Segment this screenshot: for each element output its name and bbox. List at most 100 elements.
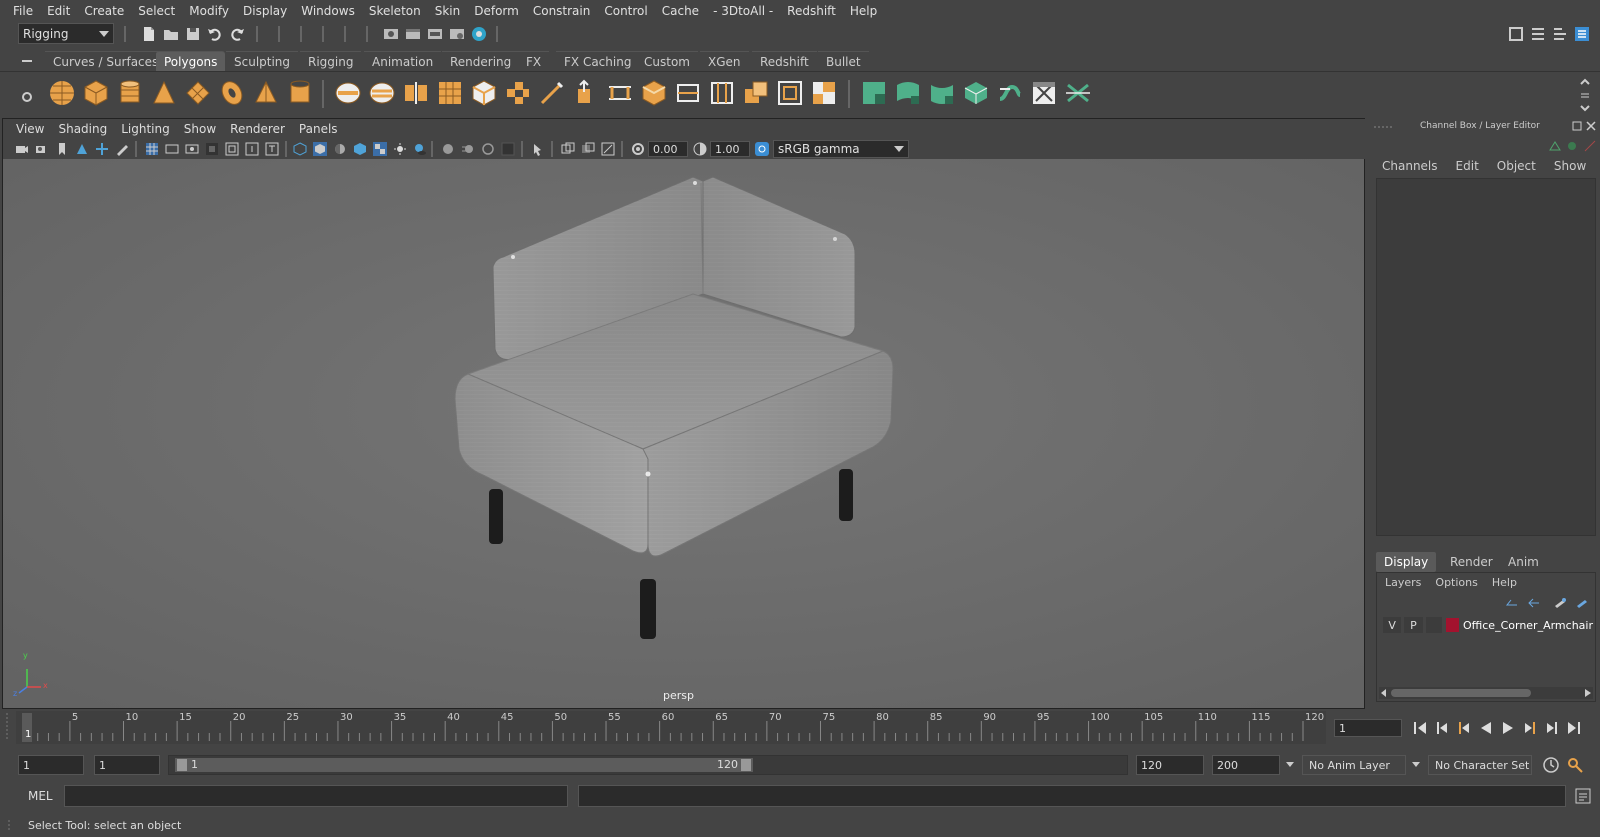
depth-of-field-icon[interactable] bbox=[501, 142, 515, 156]
close-icon[interactable] bbox=[1586, 121, 1596, 131]
poly-pyramid-icon[interactable] bbox=[252, 79, 280, 107]
shelf-tab-rigging[interactable]: Rigging bbox=[300, 51, 362, 71]
render-view-icon[interactable] bbox=[382, 25, 400, 43]
range-slider-track[interactable]: 1 120 bbox=[168, 755, 1128, 775]
menu-windows[interactable]: Windows bbox=[294, 4, 362, 18]
playback-end-field[interactable]: 120 bbox=[1136, 755, 1204, 775]
current-frame-field[interactable]: 1 bbox=[1334, 719, 1402, 737]
range-end-handle[interactable] bbox=[741, 759, 751, 771]
cylindrical-uv-icon[interactable] bbox=[894, 79, 922, 107]
combine-icon[interactable] bbox=[334, 79, 362, 107]
shelf-tab-xgen[interactable]: XGen bbox=[700, 51, 749, 71]
layers-menu[interactable]: Layers bbox=[1385, 576, 1421, 589]
wireframe-on-shaded-icon[interactable] bbox=[353, 142, 367, 156]
cut-uv-icon[interactable] bbox=[1064, 79, 1092, 107]
gamma-icon[interactable] bbox=[693, 142, 707, 156]
options-menu[interactable]: Options bbox=[1435, 576, 1477, 589]
script-editor-icon[interactable] bbox=[1574, 787, 1592, 805]
safe-title-icon[interactable] bbox=[265, 142, 279, 156]
menu-edit[interactable]: Edit bbox=[40, 4, 77, 18]
multi-cut-icon[interactable] bbox=[538, 79, 566, 107]
reduce-icon[interactable] bbox=[470, 79, 498, 107]
vp-menu-view[interactable]: View bbox=[9, 122, 51, 136]
use-all-lights-icon[interactable] bbox=[393, 142, 407, 156]
menu-file[interactable]: File bbox=[6, 4, 40, 18]
append-polygon-icon[interactable] bbox=[674, 79, 702, 107]
layer-color-swatch[interactable] bbox=[1446, 618, 1459, 632]
redo-icon[interactable] bbox=[228, 25, 246, 43]
grid-icon[interactable] bbox=[145, 142, 159, 156]
animation-preferences-icon[interactable] bbox=[1566, 756, 1584, 774]
shelf-tab-fx-caching[interactable]: FX Caching bbox=[556, 51, 640, 71]
step-forward-frame-icon[interactable] bbox=[1544, 720, 1560, 736]
step-forward-key-icon[interactable] bbox=[1522, 720, 1538, 736]
object-menu[interactable]: Object bbox=[1497, 159, 1536, 173]
shelf-tab-fx[interactable]: FX bbox=[518, 51, 550, 71]
menu-constrain[interactable]: Constrain bbox=[526, 4, 598, 18]
extrude-icon[interactable] bbox=[572, 79, 600, 107]
step-back-key-icon[interactable] bbox=[1456, 720, 1472, 736]
auto-uv-icon[interactable] bbox=[962, 79, 990, 107]
go-to-start-icon[interactable] bbox=[1412, 720, 1428, 736]
camera-attributes-icon[interactable] bbox=[35, 142, 49, 156]
move-layer-up-icon[interactable] bbox=[1505, 597, 1519, 609]
layer-visibility-toggle[interactable]: V bbox=[1383, 617, 1402, 633]
save-scene-icon[interactable] bbox=[184, 25, 202, 43]
menu-skeleton[interactable]: Skeleton bbox=[362, 4, 428, 18]
float-panel-icon[interactable] bbox=[1572, 121, 1582, 131]
exposure-icon[interactable] bbox=[631, 142, 645, 156]
bevel-icon[interactable] bbox=[640, 79, 668, 107]
boolean-icon[interactable] bbox=[810, 79, 838, 107]
tool-settings-icon[interactable] bbox=[1551, 25, 1569, 43]
show-menu[interactable]: Show bbox=[1554, 159, 1586, 173]
layer-horizontal-scrollbar[interactable] bbox=[1379, 687, 1593, 699]
mirror-icon[interactable] bbox=[402, 79, 430, 107]
two-d-pan-icon[interactable] bbox=[95, 142, 109, 156]
shadows-icon[interactable] bbox=[413, 142, 427, 156]
channels-menu[interactable]: Channels bbox=[1382, 159, 1438, 173]
drag-handle-icon[interactable] bbox=[6, 820, 12, 832]
menu-skin[interactable]: Skin bbox=[428, 4, 468, 18]
bridge-icon[interactable] bbox=[606, 79, 634, 107]
channel-box-icon[interactable] bbox=[1573, 25, 1591, 43]
layer-tab-anim[interactable]: Anim bbox=[1508, 555, 1539, 569]
auto-keyframe-icon[interactable] bbox=[1542, 756, 1560, 774]
field-chart-icon[interactable] bbox=[225, 142, 239, 156]
new-layer-selected-icon[interactable] bbox=[1575, 597, 1589, 609]
open-scene-icon[interactable] bbox=[162, 25, 180, 43]
xray-joints-icon[interactable] bbox=[601, 142, 615, 156]
poly-pipe-icon[interactable] bbox=[286, 79, 314, 107]
shelf-menu-icon[interactable] bbox=[20, 55, 34, 67]
layer-name[interactable]: Office_Corner_Armchair bbox=[1463, 619, 1593, 632]
scene-start-field[interactable]: 1 bbox=[18, 755, 84, 775]
shelf-tab-animation[interactable]: Animation bbox=[364, 51, 442, 71]
use-default-material-icon[interactable] bbox=[333, 142, 347, 156]
poly-cone-icon[interactable] bbox=[150, 79, 178, 107]
vp-menu-show[interactable]: Show bbox=[177, 122, 223, 136]
layer-tab-render[interactable]: Render bbox=[1450, 555, 1493, 569]
time-slider[interactable]: 5 10 15 20 25 30 35 40 45 50 55 60 65 70 75 80 85 90 95 100… bbox=[16, 711, 1326, 744]
poly-cylinder-icon[interactable] bbox=[116, 79, 144, 107]
channel-box-list[interactable] bbox=[1376, 178, 1596, 536]
color-management-icon[interactable] bbox=[755, 142, 769, 156]
motion-blur-icon[interactable] bbox=[461, 142, 475, 156]
menu-display[interactable]: Display bbox=[236, 4, 294, 18]
new-layer-icon[interactable] bbox=[1553, 597, 1567, 609]
layer-row[interactable]: V P Office_Corner_Armchair bbox=[1379, 615, 1593, 635]
poly-cube-icon[interactable] bbox=[82, 79, 110, 107]
select-camera-icon[interactable] bbox=[15, 142, 29, 156]
xray-active-components-icon[interactable] bbox=[581, 142, 595, 156]
merge-icon[interactable] bbox=[742, 79, 770, 107]
colorspace-dropdown[interactable]: sRGB gamma bbox=[773, 140, 909, 158]
shelf-tab-bullet[interactable]: Bullet bbox=[818, 51, 869, 71]
play-forwards-icon[interactable] bbox=[1500, 720, 1516, 736]
film-gate-icon[interactable] bbox=[165, 142, 179, 156]
command-input[interactable] bbox=[64, 785, 568, 807]
unfold-uv-icon[interactable] bbox=[996, 79, 1024, 107]
shelf-scroll-icon[interactable] bbox=[1578, 78, 1592, 112]
ipr-render-icon[interactable] bbox=[426, 25, 444, 43]
menu-help[interactable]: Help bbox=[843, 4, 884, 18]
gamma-field[interactable]: 1.00 bbox=[710, 141, 750, 157]
drag-handle-icon[interactable] bbox=[4, 713, 10, 741]
gate-mask-icon[interactable] bbox=[205, 142, 219, 156]
